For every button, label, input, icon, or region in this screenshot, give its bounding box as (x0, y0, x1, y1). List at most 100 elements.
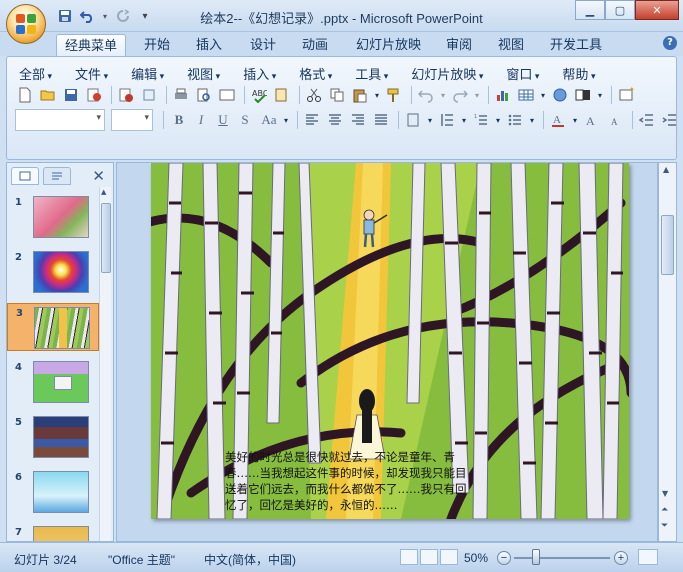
tab-insert[interactable]: 插入 (188, 34, 230, 56)
attach-icon[interactable] (139, 85, 159, 105)
scrollbar-thumb[interactable] (661, 215, 674, 275)
grayscale-icon[interactable] (573, 85, 593, 105)
grayscale-dropdown-icon[interactable]: ▾ (596, 85, 604, 105)
tab-design[interactable]: 设计 (242, 34, 284, 56)
slide-thumb-row-7[interactable]: 7 (7, 523, 99, 541)
cut-icon[interactable] (304, 85, 324, 105)
tab-classic-menu[interactable]: 经典菜单 (56, 34, 127, 56)
tab-animations[interactable]: 动画 (294, 34, 336, 56)
close-pane-icon[interactable]: ✕ (92, 167, 105, 185)
change-case-dropdown-icon[interactable]: ▾ (282, 110, 290, 130)
print-preview-icon[interactable] (194, 85, 214, 105)
slide-caption-text[interactable]: 美好的时光总是很快就过去，不论是童年、青春……当我想起这件事的时候，却发现我只能… (225, 449, 471, 513)
table-dropdown-icon[interactable]: ▾ (539, 85, 547, 105)
shrink-font-icon[interactable]: A (605, 110, 625, 130)
slide-thumb-row-5[interactable]: 5 (7, 413, 99, 461)
grow-font-icon[interactable]: A (582, 110, 602, 130)
help-icon[interactable]: ? (663, 36, 677, 50)
fit-to-window-button[interactable] (638, 549, 658, 565)
scroll-up-icon[interactable]: ▲ (101, 188, 106, 196)
slide-thumbnail[interactable] (33, 416, 89, 458)
change-case-button[interactable]: Aa (256, 110, 282, 130)
line-spacing-dropdown-icon[interactable]: ▾ (460, 110, 468, 130)
zoom-out-button[interactable]: − (497, 551, 511, 565)
text-direction-icon[interactable] (403, 110, 423, 130)
copy-icon[interactable] (327, 85, 347, 105)
undo-icon[interactable] (78, 7, 96, 25)
previous-slide-icon[interactable]: ⏶ (661, 505, 668, 515)
zoom-in-button[interactable]: + (614, 551, 628, 565)
hyperlink-icon[interactable] (550, 85, 570, 105)
zoom-level[interactable]: 50% (464, 551, 488, 565)
slide-scrollbar[interactable]: ▲ ▼ ⏶ ⏷ (658, 162, 677, 542)
scroll-down-icon[interactable]: ▼ (662, 489, 668, 498)
font-color-icon[interactable]: A (548, 110, 568, 130)
italic-button[interactable]: I (190, 110, 212, 130)
menu-file[interactable]: 文件 (67, 61, 116, 83)
menu-edit[interactable]: 编辑 (123, 61, 172, 83)
customize-qat-icon[interactable]: ▾ (136, 7, 154, 25)
slide-preview-icon[interactable] (217, 85, 237, 105)
office-button[interactable] (6, 4, 46, 44)
new-icon[interactable] (15, 85, 35, 105)
redo-dropdown-icon[interactable]: ▾ (473, 85, 481, 105)
font-name-combo[interactable] (15, 109, 105, 131)
menu-slideshow[interactable]: 幻灯片放映 (403, 61, 491, 83)
increase-indent-icon[interactable] (660, 110, 680, 130)
research-icon[interactable] (272, 85, 292, 105)
tab-developer[interactable]: 开发工具 (542, 34, 610, 56)
slide-thumb-row-2[interactable]: 2 (7, 248, 99, 296)
font-color-dropdown-icon[interactable]: ▾ (571, 110, 579, 130)
zoom-slider[interactable] (514, 557, 610, 559)
close-button[interactable]: ✕ (635, 0, 679, 20)
menu-format[interactable]: 格式 (291, 61, 340, 83)
undo-dropdown-icon[interactable]: ▾ (100, 7, 110, 25)
shadow-button[interactable]: S (234, 110, 256, 130)
align-center-icon[interactable] (325, 110, 345, 130)
save-icon[interactable] (56, 7, 74, 25)
tab-home[interactable]: 开始 (136, 34, 178, 56)
slide-sorter-view-button[interactable] (420, 549, 438, 565)
slide-thumb-row-1[interactable]: 1 (7, 193, 99, 241)
chart-icon[interactable] (493, 85, 513, 105)
bold-button[interactable]: B (168, 110, 190, 130)
normal-view-button[interactable] (400, 549, 418, 565)
minimize-button[interactable]: ▁ (575, 0, 605, 20)
bullets-icon[interactable] (505, 110, 525, 130)
outline-tab[interactable] (43, 167, 71, 185)
numbering-icon[interactable]: 1 (471, 110, 491, 130)
font-size-combo[interactable] (111, 109, 153, 131)
slide-thumbnail[interactable] (33, 361, 89, 403)
table-icon[interactable] (516, 85, 536, 105)
slide-thumbnail[interactable] (33, 251, 89, 293)
tab-slideshow[interactable]: 幻灯片放映 (348, 34, 429, 56)
bullets-dropdown-icon[interactable]: ▾ (528, 110, 536, 130)
redo-icon[interactable] (450, 85, 470, 105)
slide-thumb-row-3[interactable]: 3 (7, 303, 99, 351)
zoom-slider-knob[interactable] (532, 549, 540, 565)
maximize-button[interactable]: ▢ (605, 0, 635, 20)
slides-tab[interactable] (11, 167, 39, 185)
menu-view[interactable]: 视图 (179, 61, 228, 83)
tab-view[interactable]: 视图 (490, 34, 532, 56)
slide-thumb-row-4[interactable]: 4 (7, 358, 99, 406)
text-direction-dropdown-icon[interactable]: ▾ (426, 110, 434, 130)
slideshow-view-button[interactable] (440, 549, 458, 565)
slide-thumb-row-6[interactable]: 6 (7, 468, 99, 516)
slide-thumbnail[interactable] (34, 307, 90, 349)
paste-dropdown-icon[interactable]: ▾ (373, 85, 381, 105)
format-painter-icon[interactable] (384, 85, 404, 105)
menu-tools[interactable]: 工具 (347, 61, 396, 83)
scrollbar-thumb[interactable] (101, 203, 111, 273)
menu-help[interactable]: 帮助 (554, 61, 603, 83)
current-slide[interactable]: 美好的时光总是很快就过去，不论是童年、青春……当我想起这件事的时候，却发现我只能… (151, 163, 629, 519)
permission-icon[interactable] (84, 85, 104, 105)
align-left-icon[interactable] (302, 110, 322, 130)
menu-window[interactable]: 窗口 (498, 61, 547, 83)
numbering-dropdown-icon[interactable]: ▾ (494, 110, 502, 130)
slides-pane-scrollbar[interactable]: ▲ (99, 187, 111, 541)
menu-all[interactable]: 全部 (11, 61, 60, 83)
slide-thumbnail[interactable] (33, 196, 89, 238)
open-icon[interactable] (38, 85, 58, 105)
underline-button[interactable]: U (212, 110, 234, 130)
